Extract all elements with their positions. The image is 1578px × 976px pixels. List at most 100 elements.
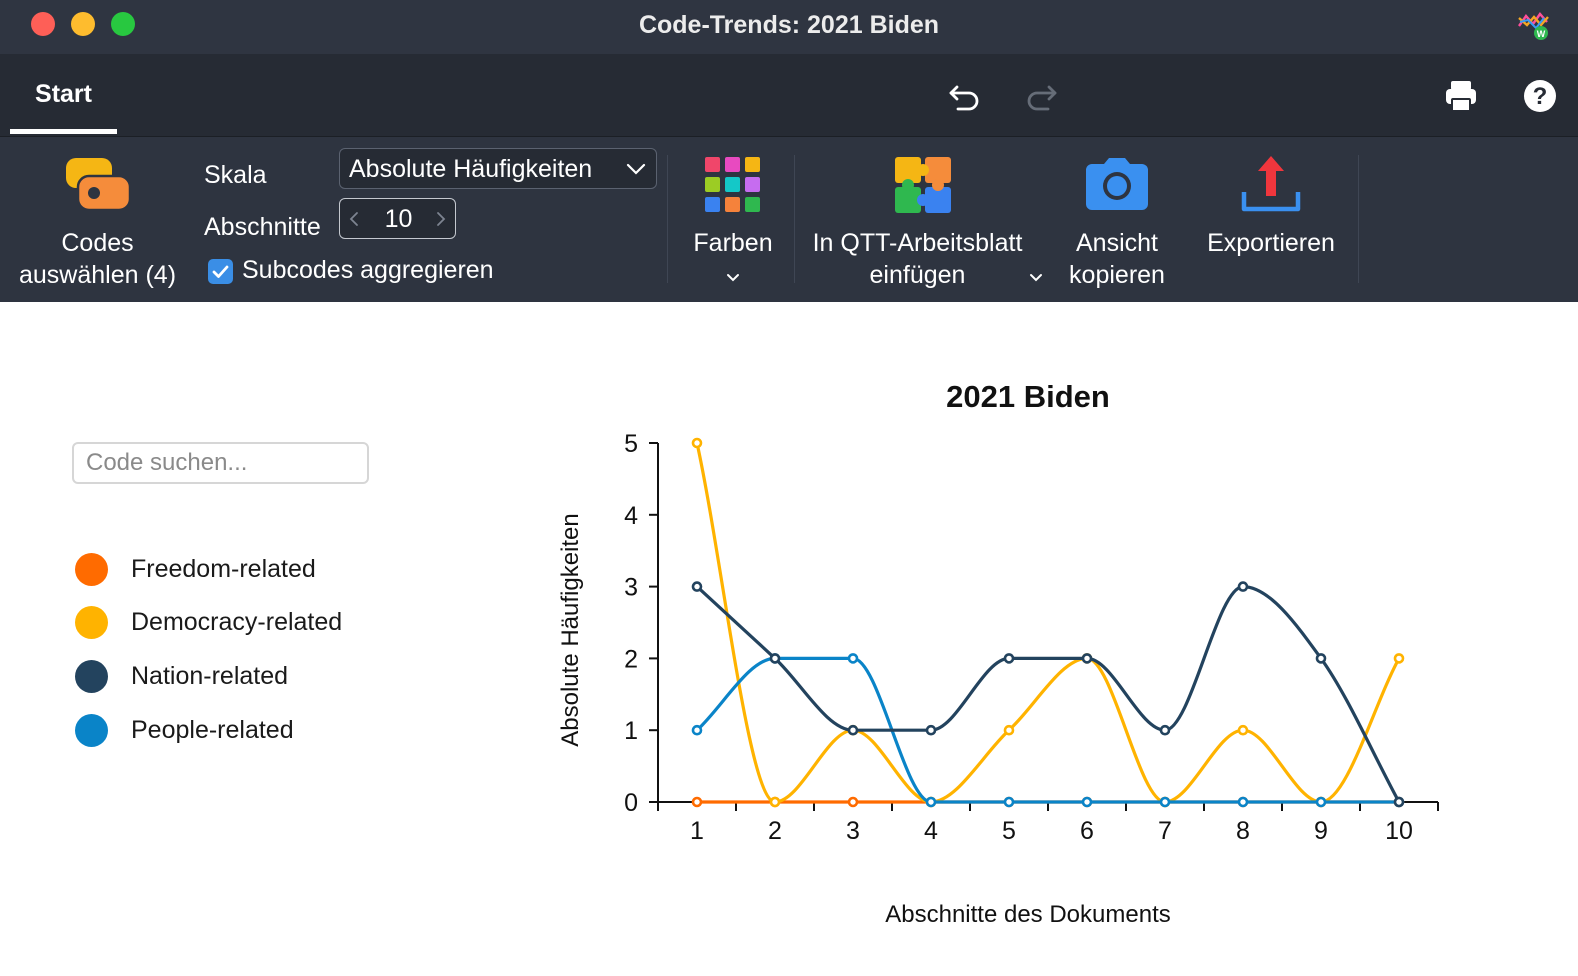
data-point-nation-related [925,724,937,736]
window-title: Code-Trends: 2021 Biden [638,11,940,39]
print-icon[interactable] [1441,76,1481,116]
qtt-insert-button[interactable]: In QTT-Arbeitsblatt einfügen [800,137,1055,302]
redo-icon[interactable] [1022,76,1062,116]
codes-icon [66,158,132,212]
x-tick-label: 8 [1236,817,1250,845]
data-point-democracy-related [769,796,781,808]
series-line-nation-related [695,585,1401,803]
checkmark-icon [212,265,229,278]
data-point-nation-related [691,581,703,592]
data-point-nation-related [1237,581,1249,592]
data-point-people-related [1003,796,1015,808]
qtt-label-line2: einfügen [869,261,966,289]
data-point-democracy-related [1237,724,1249,736]
data-point-nation-related [847,724,859,736]
upload-icon [1241,156,1301,212]
y-tick-label: 2 [624,645,638,673]
legend-dot [75,660,108,693]
svg-text:?: ? [1533,83,1548,110]
data-point-people-related [691,724,703,736]
legend-dot [75,553,108,586]
x-tick-label: 5 [1002,817,1016,845]
y-tick-label: 5 [624,430,638,458]
stepper-increment-icon[interactable] [436,211,446,227]
tab-start[interactable]: Start [10,54,117,134]
data-point-freedom-related [847,796,859,808]
x-axis-title: Abschnitte des Dokuments [885,901,1170,928]
trend-chart: 2021 Biden Abschnitte des Dokuments Abso… [557,379,1439,928]
code-search-input[interactable]: Code suchen... [72,442,369,484]
data-point-people-related [1237,796,1249,808]
data-point-nation-related [1081,653,1093,664]
chevron-down-icon [1030,274,1042,282]
codes-label-line1: Codes [61,229,134,257]
data-point-people-related [925,796,937,808]
legend-label: Democracy-related [131,608,343,636]
data-point-freedom-related [691,796,703,808]
undo-icon[interactable] [944,76,984,116]
data-point-people-related [847,653,859,664]
data-point-nation-related [1003,653,1015,664]
abschnitte-label: Abschnitte [204,213,321,241]
ansicht-label-line1: Ansicht [1076,229,1158,257]
skala-value: Absolute Häufigkeiten [349,155,593,183]
export-label: Exportieren [1207,229,1335,257]
data-point-democracy-related [1003,724,1015,736]
x-tick-label: 3 [846,817,860,845]
y-tick-label: 1 [624,717,638,745]
qtt-label-line1: In QTT-Arbeitsblatt [812,229,1023,257]
x-tick-label: 4 [924,817,938,845]
x-tick-label: 6 [1080,817,1094,845]
svg-text:W: W [1537,29,1546,39]
puzzle-icon [895,157,951,213]
legend-dot [75,606,108,639]
color-palette-icon [705,157,760,212]
codes-label-line2: auswählen (4) [18,261,177,289]
legend-dot [75,714,108,747]
data-point-democracy-related [1393,653,1405,664]
camera-icon [1086,158,1148,210]
y-tick-label: 3 [624,574,638,602]
data-point-democracy-related [691,437,703,449]
legend-label: People-related [131,716,294,744]
chevron-down-icon [727,274,739,282]
tab-bar: Start ? [0,54,1578,137]
abschnitte-stepper[interactable]: 10 [339,198,456,239]
data-point-nation-related [769,653,781,664]
ansicht-label-line2: kopieren [1069,261,1165,289]
farben-label: Farben [693,229,773,257]
export-button[interactable]: Exportieren [1190,137,1352,302]
y-axis-title: Absolute Häufigkeiten [557,513,584,746]
legend-label: Freedom-related [131,555,316,583]
codes-select-button[interactable]: Codes auswählen (4) [0,137,195,302]
x-tick-label: 7 [1158,817,1172,845]
x-tick-label: 10 [1385,817,1413,845]
y-tick-label: 4 [624,502,638,530]
legend-label: Nation-related [131,662,289,690]
skala-select[interactable]: Absolute Häufigkeiten [339,148,657,189]
subcodes-checkbox[interactable] [208,259,233,284]
data-point-people-related [1315,796,1327,808]
data-point-people-related [1159,796,1171,808]
help-icon[interactable]: ? [1520,76,1560,116]
data-point-nation-related [1315,653,1327,664]
app-icon: W [1518,12,1549,40]
ribbon-separator [667,155,668,283]
y-tick-label: 0 [624,789,638,817]
data-point-nation-related [1159,724,1171,736]
x-tick-label: 2 [768,817,782,845]
copy-view-button[interactable]: Ansicht kopieren [1058,137,1176,302]
data-point-people-related [1081,796,1093,808]
x-tick-label: 1 [690,817,704,845]
ribbon-separator [794,155,795,283]
chart-title: 2021 Biden [946,379,1110,414]
x-tick-label: 9 [1314,817,1328,845]
skala-label: Skala [204,161,267,189]
data-point-nation-related [1393,796,1405,808]
ribbon-separator [1358,155,1359,283]
ribbon-toolbar: Codes auswählen (4) Skala Absolute Häufi… [0,137,1578,302]
farben-button[interactable]: Farben [676,137,790,302]
title-bar: Code-Trends: 2021 Biden W [0,0,1578,54]
chevron-down-icon [626,163,646,175]
subcodes-label[interactable]: Subcodes aggregieren [242,254,494,286]
